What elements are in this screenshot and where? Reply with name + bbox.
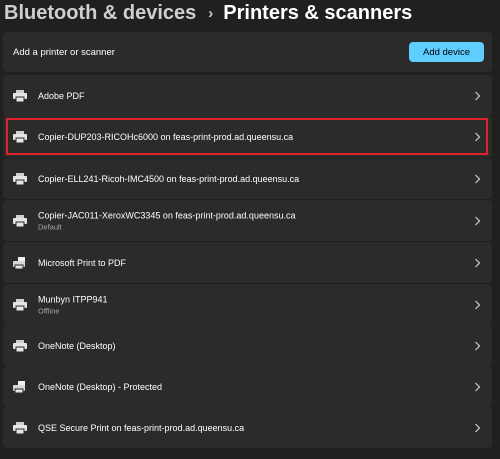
printer-document-icon [13,256,25,269]
device-row-microsoft-print-to-pdf[interactable]: Microsoft Print to PDF [3,242,492,283]
printer-icon [13,421,27,434]
printer-icon [13,130,27,143]
chevron-right-icon [475,216,481,225]
add-printer-card: Add a printer or scanner Add device [3,32,492,72]
device-name: QSE Secure Print on feas-print-prod.ad.q… [38,422,245,433]
add-device-button[interactable]: Add device [409,42,484,62]
device-row-onenote-desktop-protected[interactable]: OneNote (Desktop) - Protected [3,366,492,407]
chevron-right-icon [475,174,481,183]
chevron-right-icon [475,300,481,309]
device-row-onenote-desktop[interactable]: OneNote (Desktop) [3,325,492,366]
page-title: Printers & scanners [223,1,413,24]
device-name: Copier-JAC011-XeroxWC3345 on feas-print-… [38,210,296,220]
printer-icon [13,339,27,352]
printer-icon [13,89,27,102]
device-row-munbyn-itpp941[interactable]: Munbyn ITPP941 Offline [3,284,492,325]
chevron-right-icon [475,258,481,267]
device-row-adobe-pdf[interactable]: Adobe PDF [3,75,492,116]
device-name: Microsoft Print to PDF [38,257,127,268]
chevron-right-icon [475,91,481,100]
printer-document-icon [13,380,25,393]
device-name: Munbyn ITPP941 [38,294,108,304]
device-status: Offline [38,306,60,315]
device-name: Copier-DUP203-RICOHc6000 on feas-print-p… [38,131,294,142]
device-status: Default [38,222,62,231]
device-row-copier-jac011[interactable]: Copier-JAC011-XeroxWC3345 on feas-print-… [3,200,492,241]
chevron-right-icon [475,132,481,141]
breadcrumb-separator-icon: › [208,4,214,22]
device-row-copier-ell241[interactable]: Copier-ELL241-Ricoh-IMC4500 on feas-prin… [3,158,492,199]
printer-icon [13,214,27,227]
breadcrumb-parent-link[interactable]: Bluetooth & devices [4,2,196,25]
device-name: OneNote (Desktop) [38,340,116,351]
chevron-right-icon [475,382,481,391]
device-row-copier-dup203[interactable]: Copier-DUP203-RICOHc6000 on feas-print-p… [3,116,492,157]
printer-icon [13,172,27,185]
device-row-qse-secure-print[interactable]: QSE Secure Print on feas-print-prod.ad.q… [3,407,492,448]
device-name: Copier-ELL241-Ricoh-IMC4500 on feas-prin… [38,173,300,184]
device-name: Adobe PDF [38,90,85,101]
chevron-right-icon [475,341,481,350]
chevron-right-icon [475,423,481,432]
add-printer-label: Add a printer or scanner [13,46,115,58]
breadcrumb: Bluetooth & devices › Printers & scanner… [4,0,412,26]
printer-icon [13,298,27,311]
device-name: OneNote (Desktop) - Protected [38,381,163,392]
